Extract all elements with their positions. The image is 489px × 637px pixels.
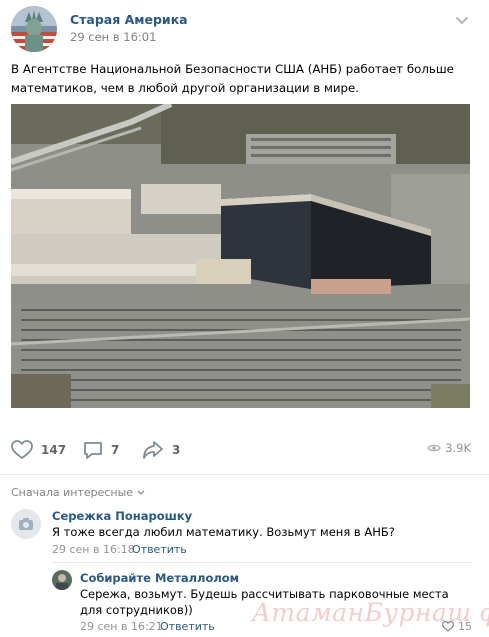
views-count: 3.9K (445, 441, 471, 455)
comments-count: 7 (111, 443, 120, 457)
chevron-down-icon (137, 490, 145, 495)
comment-date[interactable]: 29 сен в 16:18 (52, 543, 135, 556)
comment-text: Я тоже всегда любил математику. Возьмут … (52, 525, 395, 539)
chevron-down-icon[interactable] (455, 16, 469, 26)
comment-author[interactable]: Сережка Понарошку (52, 509, 192, 523)
comment-divider (52, 562, 472, 563)
comment-avatar[interactable] (11, 509, 41, 539)
camera-icon (11, 509, 41, 539)
share-icon (143, 441, 163, 459)
comments-sort-dropdown[interactable]: Сначала интересные (11, 486, 145, 499)
user-photo-icon (52, 570, 72, 590)
comment-date[interactable]: 29 сен в 16:21 (80, 620, 163, 633)
like-button[interactable]: 147 (11, 438, 66, 462)
post-date[interactable]: 29 сен в 16:01 (70, 30, 156, 44)
views-counter: 3.9K (427, 441, 471, 455)
post-photo[interactable] (11, 104, 470, 408)
likes-count: 147 (41, 443, 67, 457)
watermark: АтаманБурнаш фор.Ru (252, 598, 489, 627)
shares-count: 3 (172, 443, 181, 457)
community-name[interactable]: Старая Америка (70, 12, 188, 27)
community-avatar[interactable] (11, 6, 57, 52)
reply-button[interactable]: Ответить (132, 543, 187, 556)
comment-button[interactable]: 7 (83, 438, 119, 462)
reply-button[interactable]: Ответить (160, 620, 215, 633)
comment-avatar[interactable] (52, 570, 72, 590)
comments-sort-label: Сначала интересные (11, 486, 134, 499)
post-text: В Агентстве Национальной Безопасности СШ… (11, 62, 454, 95)
comment-author[interactable]: Собирайте Металлолом (80, 571, 239, 585)
share-button[interactable]: 3 (142, 438, 180, 462)
comments-divider (0, 474, 489, 475)
post-actions: 147 7 3 3.9K (11, 438, 471, 462)
comment-icon (84, 442, 102, 459)
heart-icon (11, 440, 33, 459)
eye-icon (427, 444, 441, 452)
post-card: Старая Америка 29 сен в 16:01 В Агентств… (0, 0, 489, 637)
